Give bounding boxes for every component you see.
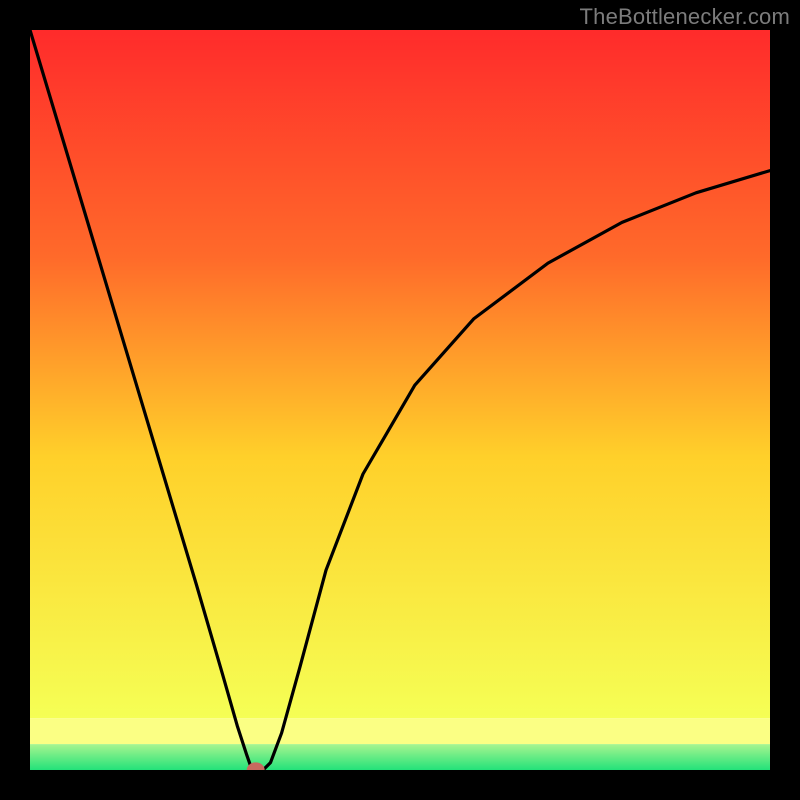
background-band-yellow: [30, 718, 770, 744]
background-band-green: [30, 744, 770, 770]
watermark-text: TheBottlenecker.com: [580, 4, 790, 30]
background-gradient: [30, 30, 770, 718]
bottleneck-chart: [0, 0, 800, 800]
chart-stage: TheBottlenecker.com: [0, 0, 800, 800]
